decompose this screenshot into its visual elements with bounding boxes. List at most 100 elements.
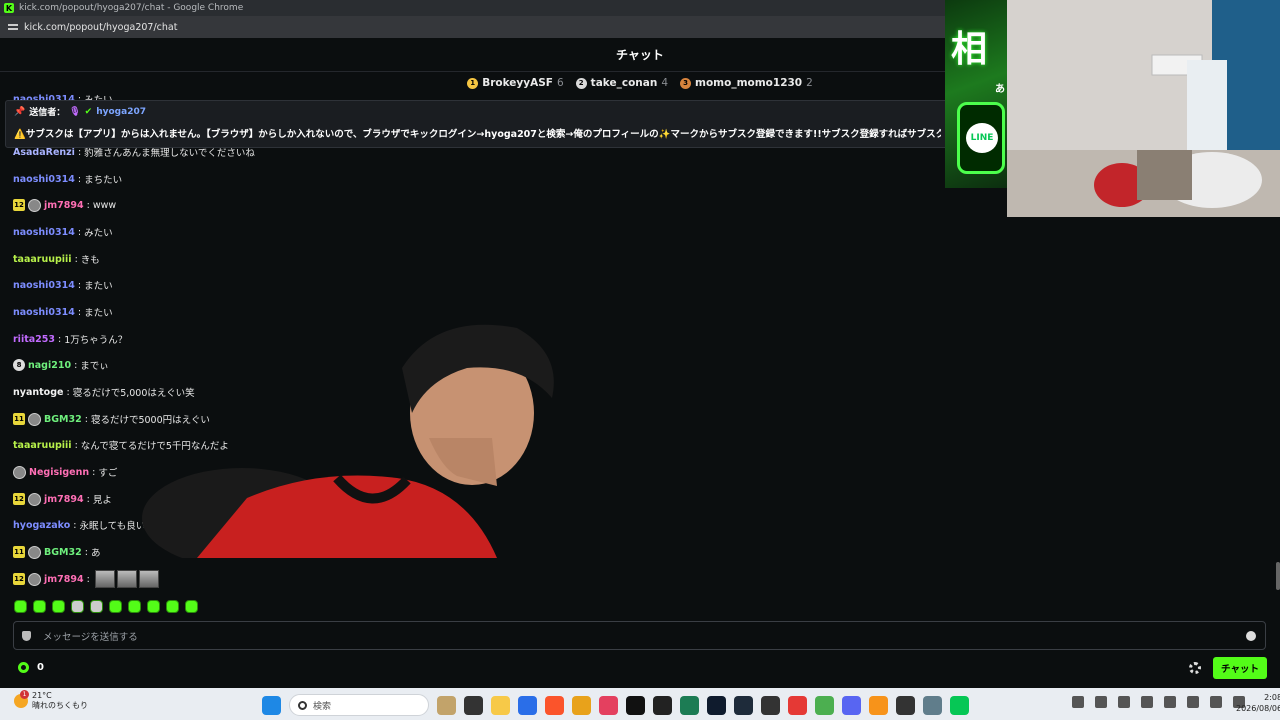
leaderboard-entry[interactable]: 1 BrokeyyASF 6	[467, 77, 564, 89]
chat-message: riita253: 1万ちゃうん？	[13, 330, 127, 348]
start-button-icon[interactable]	[262, 695, 281, 715]
message-placeholder[interactable]: メッセージを送信する	[43, 629, 138, 643]
send-chat-button[interactable]: チャット	[1213, 657, 1267, 679]
taskbar-app-icon[interactable]	[842, 695, 861, 715]
quick-emote-icon[interactable]	[33, 600, 46, 613]
taskbar-app-icon[interactable]	[896, 695, 915, 715]
tray-icon[interactable]	[1187, 696, 1199, 708]
tray-icon[interactable]	[1072, 696, 1084, 708]
quick-emote-icon[interactable]	[185, 600, 198, 613]
chat-username[interactable]: naoshi0314	[13, 307, 75, 318]
chat-colon: :	[74, 439, 78, 451]
chat-message: Negisigenn: すご	[13, 463, 117, 481]
channel-points[interactable]: 0	[18, 662, 44, 673]
chat-username[interactable]: jm7894	[44, 574, 84, 585]
message-input[interactable]: メッセージを送信する	[13, 621, 1266, 650]
chat-colon: :	[92, 466, 96, 478]
chat-username[interactable]: taaaruupiii	[13, 254, 72, 265]
leader-count: 6	[556, 77, 564, 89]
taskbar-app-icon[interactable]	[599, 695, 618, 715]
quick-emote-icon[interactable]	[14, 600, 27, 613]
chat-username[interactable]: naoshi0314	[13, 227, 75, 238]
leader-name[interactable]: take_conan	[591, 77, 658, 89]
tray-icon[interactable]	[1095, 696, 1107, 708]
taskbar-app-icon[interactable]	[653, 695, 672, 715]
chat-message: hyogazako: 永眠しても良いよ	[13, 516, 155, 534]
taskbar-app-icon[interactable]	[869, 695, 888, 715]
gear-icon[interactable]	[1189, 662, 1201, 674]
leader-name[interactable]: BrokeyyASF	[482, 77, 553, 89]
chat-username[interactable]: riita253	[13, 334, 55, 345]
taskbar-search[interactable]: 検索	[289, 694, 429, 716]
chat-username[interactable]: nyantoge	[13, 387, 63, 398]
chat-username[interactable]: jm7894	[44, 494, 84, 505]
taskbar-app-icon[interactable]	[572, 695, 591, 715]
promo-banner: 相 あ LINE	[945, 0, 1007, 188]
user-badge-icon	[28, 572, 41, 586]
quick-emote-icon[interactable]	[52, 600, 65, 613]
taskbar-app-icon[interactable]	[815, 695, 834, 715]
chat-username[interactable]: BGM32	[44, 547, 82, 558]
pinned-user[interactable]: hyoga207	[96, 107, 146, 117]
subscriber-badge-icon: 12	[13, 199, 25, 211]
chat-message: 12 jm7894: www	[13, 196, 116, 214]
weather-widget[interactable]: 1 21°C 晴れのちくもり	[14, 690, 88, 711]
leader-name[interactable]: momo_momo1230	[695, 77, 802, 89]
taskbar-app-icon[interactable]	[707, 695, 726, 715]
clock-time: 2:08	[1264, 693, 1280, 702]
chat-username[interactable]: jm7894	[44, 200, 84, 211]
chat-title: チャット	[616, 48, 664, 62]
quick-emote-icon[interactable]	[71, 600, 84, 613]
chat-username[interactable]: naoshi0314	[13, 280, 75, 291]
taskbar-app-icon[interactable]	[950, 695, 969, 715]
quick-emote-icon[interactable]	[109, 600, 122, 613]
quick-emote-icon[interactable]	[166, 600, 179, 613]
tray-icon[interactable]	[1210, 696, 1222, 708]
clock-date: 2026/08/06	[1236, 704, 1280, 713]
taskbar-app-icon[interactable]	[734, 695, 753, 715]
line-promo-box: LINE	[957, 102, 1005, 174]
subscriber-badge-icon: 12	[13, 493, 25, 505]
chat-text: までぃ	[80, 361, 109, 372]
pinned-message[interactable]: 📌 送信者： 🎙 ✔ hyoga207 ⚠️サブスクは【アプリ】からは入れません…	[5, 100, 950, 148]
chat-message: 12 jm7894: 見よ	[13, 490, 112, 508]
chat-username[interactable]: naoshi0314	[13, 174, 75, 185]
taskbar-app-icon[interactable]	[761, 695, 780, 715]
scrollbar-thumb[interactable]	[1276, 562, 1280, 590]
quick-emote-icon[interactable]	[90, 600, 103, 613]
quick-emote-icon[interactable]	[128, 600, 141, 613]
points-icon[interactable]	[18, 662, 29, 673]
verified-icon: ✔	[84, 106, 93, 117]
chat-colon: :	[73, 519, 77, 531]
taskbar-app-icon[interactable]	[545, 695, 564, 715]
emoji-picker-icon[interactable]	[1246, 631, 1256, 641]
taskbar-app-icon[interactable]	[518, 695, 537, 715]
chat-username[interactable]: AsadaRenzi	[13, 147, 75, 158]
leaderboard-entry[interactable]: 3 momo_momo1230 2	[680, 77, 813, 89]
tray-icon[interactable]	[1164, 696, 1176, 708]
taskbar-app-icon[interactable]	[680, 695, 699, 715]
chat-username[interactable]: hyogazako	[13, 520, 70, 531]
chat-username[interactable]: taaaruupiii	[13, 440, 72, 451]
subscriber-badge-icon: 11	[13, 546, 25, 558]
leaderboard-entry[interactable]: 2 take_conan 4	[575, 77, 668, 89]
quick-emote-icon[interactable]	[147, 600, 160, 613]
taskbar-app-icon[interactable]	[923, 695, 942, 715]
tray-icon[interactable]	[1118, 696, 1130, 708]
taskbar-clock[interactable]: 2:08 2026/08/06	[1236, 692, 1280, 714]
tray-icon[interactable]	[1141, 696, 1153, 708]
taskbar-app-icon[interactable]	[464, 695, 483, 715]
taskbar-app-icon[interactable]	[626, 695, 645, 715]
chat-text: みたい	[84, 228, 113, 239]
url-text[interactable]: kick.com/popout/hyoga207/chat	[24, 22, 177, 33]
taskbar-app-icon[interactable]	[788, 695, 807, 715]
taskbar-app-icon[interactable]	[491, 695, 510, 715]
chat-colon: :	[57, 333, 62, 345]
windows-taskbar: 1 21°C 晴れのちくもり 検索 2:08 2026/08/06	[0, 688, 1280, 720]
chat-username[interactable]: Negisigenn	[29, 467, 89, 478]
chat-username[interactable]: nagi210	[28, 360, 71, 371]
taskbar-app-icon[interactable]	[437, 695, 456, 715]
chat-username[interactable]: BGM32	[44, 414, 82, 425]
shield-icon[interactable]	[22, 630, 31, 641]
site-info-icon[interactable]	[8, 22, 18, 32]
